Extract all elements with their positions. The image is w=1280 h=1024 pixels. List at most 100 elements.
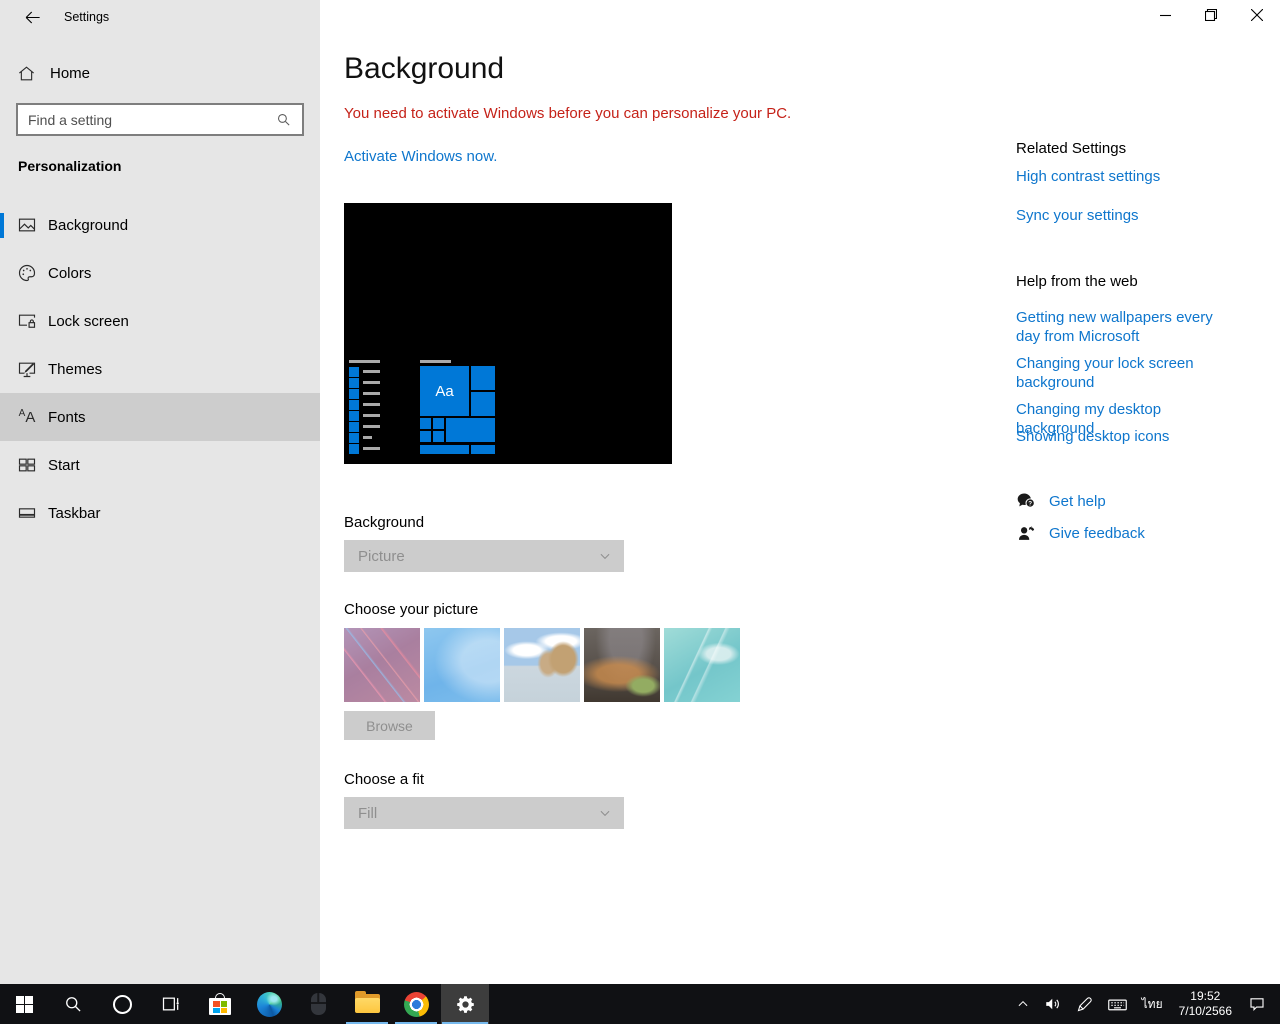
- activation-warning: You need to activate Windows before you …: [344, 105, 792, 122]
- high-contrast-settings-link[interactable]: High contrast settings: [1016, 167, 1234, 186]
- language-indicator[interactable]: ไทย: [1135, 984, 1170, 1024]
- preview-app-line: [363, 381, 380, 384]
- sidebar-item-lock-screen[interactable]: Lock screen: [0, 297, 320, 345]
- cortana-button[interactable]: [98, 984, 146, 1024]
- action-center-icon: [1248, 995, 1266, 1013]
- give-feedback-link[interactable]: Give feedback: [1049, 525, 1145, 542]
- background-dropdown[interactable]: Picture: [344, 540, 624, 572]
- task-view-button[interactable]: [147, 984, 195, 1024]
- chrome-button[interactable]: [392, 984, 440, 1024]
- sidebar-item-colors[interactable]: Colors: [0, 249, 320, 297]
- preview-app-line: [363, 370, 380, 373]
- preview-app-line: [363, 403, 380, 406]
- sidebar-item-label: Fonts: [48, 408, 86, 426]
- speaker-icon: [1044, 995, 1062, 1013]
- fit-dropdown-value: Fill: [358, 804, 378, 822]
- sidebar-item-start[interactable]: Start: [0, 441, 320, 489]
- mouse-app-button[interactable]: [294, 984, 342, 1024]
- touch-keyboard-button[interactable]: [1100, 984, 1135, 1024]
- choose-fit-label: Choose a fit: [344, 771, 425, 788]
- give-feedback-row[interactable]: Give feedback: [1016, 523, 1145, 543]
- task-view-icon: [161, 994, 181, 1014]
- related-settings-heading: Related Settings: [1016, 140, 1127, 157]
- background-preview: Aa: [344, 203, 672, 464]
- image-icon: [17, 215, 37, 235]
- preview-tile: [471, 445, 495, 454]
- search-icon[interactable]: [275, 111, 292, 128]
- close-button[interactable]: [1234, 0, 1280, 30]
- get-help-row[interactable]: ? Get help: [1016, 491, 1106, 511]
- search-input[interactable]: [18, 111, 275, 128]
- lock-screen-icon: [17, 311, 37, 331]
- preview-app-square: [349, 389, 359, 399]
- preview-app-line: [363, 414, 380, 417]
- taskbar-search-button[interactable]: [49, 984, 97, 1024]
- help-link-desktop-icons[interactable]: Showing desktop icons: [1016, 427, 1234, 446]
- sidebar-item-label: Lock screen: [48, 312, 129, 330]
- preview-applist-header: [349, 360, 380, 363]
- preview-app-square: [349, 433, 359, 443]
- settings-app-button[interactable]: [441, 984, 489, 1024]
- get-help-link[interactable]: Get help: [1049, 493, 1106, 510]
- palette-icon: [17, 263, 37, 283]
- edge-button[interactable]: [245, 984, 293, 1024]
- mouse-icon: [310, 993, 326, 1015]
- clock[interactable]: 19:52 7/10/2566: [1170, 989, 1241, 1019]
- preview-tile: [433, 418, 444, 429]
- start-button[interactable]: [0, 984, 48, 1024]
- page-title: Background: [344, 52, 505, 85]
- tray-chevron-up-button[interactable]: [1009, 984, 1037, 1024]
- preview-tile: [433, 431, 444, 442]
- sync-your-settings-link[interactable]: Sync your settings: [1016, 206, 1234, 225]
- picture-thumbnails: [344, 628, 740, 702]
- search-box[interactable]: [16, 103, 304, 136]
- close-icon: [1251, 9, 1263, 21]
- preview-app-line: [363, 425, 380, 428]
- sidebar-item-taskbar[interactable]: Taskbar: [0, 489, 320, 537]
- sidebar-item-label: Colors: [48, 264, 92, 282]
- volume-button[interactable]: [1037, 984, 1069, 1024]
- restore-icon: [1205, 9, 1217, 21]
- sidebar: Settings Home Personalization Background: [0, 0, 320, 984]
- picture-thumbnail-5[interactable]: [664, 628, 740, 702]
- preview-app-square: [349, 378, 359, 388]
- minimize-icon: [1159, 10, 1171, 21]
- restore-button[interactable]: [1188, 0, 1234, 30]
- window-title: Settings: [64, 10, 110, 24]
- chrome-icon: [403, 991, 429, 1017]
- picture-thumbnail-1[interactable]: [344, 628, 420, 702]
- minimize-button[interactable]: [1142, 0, 1188, 30]
- sidebar-item-label: Themes: [48, 360, 103, 378]
- windows-ink-button[interactable]: [1069, 984, 1100, 1024]
- sidebar-item-home[interactable]: Home: [0, 49, 320, 97]
- preview-app-line: [363, 447, 380, 450]
- pen-icon: [1076, 996, 1093, 1013]
- back-button[interactable]: [12, 4, 52, 30]
- preview-tile: [420, 431, 431, 442]
- edge-icon: [256, 991, 282, 1017]
- picture-thumbnail-4[interactable]: [584, 628, 660, 702]
- sidebar-item-themes[interactable]: Themes: [0, 345, 320, 393]
- gear-icon: [455, 994, 476, 1015]
- help-link-lock-screen[interactable]: Changing your lock screen background: [1016, 354, 1234, 392]
- browse-button[interactable]: Browse: [344, 711, 435, 740]
- sidebar-item-background[interactable]: Background: [0, 201, 320, 249]
- chevron-up-icon: [1016, 997, 1030, 1011]
- help-link-wallpapers[interactable]: Getting new wallpapers every day from Mi…: [1016, 308, 1234, 346]
- preview-app-square: [349, 400, 359, 410]
- file-explorer-button[interactable]: [343, 984, 391, 1024]
- fonts-icon: AA: [18, 408, 36, 426]
- microsoft-store-button[interactable]: [196, 984, 244, 1024]
- fit-dropdown[interactable]: Fill: [344, 797, 624, 829]
- action-center-button[interactable]: [1241, 984, 1280, 1024]
- activate-windows-link[interactable]: Activate Windows now.: [344, 148, 497, 165]
- clock-time: 19:52: [1190, 989, 1221, 1003]
- preview-tile-aa: Aa: [420, 366, 469, 416]
- preview-tile: [420, 418, 431, 429]
- sidebar-section-heading: Personalization: [18, 158, 122, 174]
- start-tiles-icon: [17, 455, 37, 475]
- sidebar-item-fonts[interactable]: AA Fonts: [0, 393, 320, 441]
- picture-thumbnail-2[interactable]: [424, 628, 500, 702]
- choose-picture-label: Choose your picture: [344, 601, 479, 618]
- picture-thumbnail-3[interactable]: [504, 628, 580, 702]
